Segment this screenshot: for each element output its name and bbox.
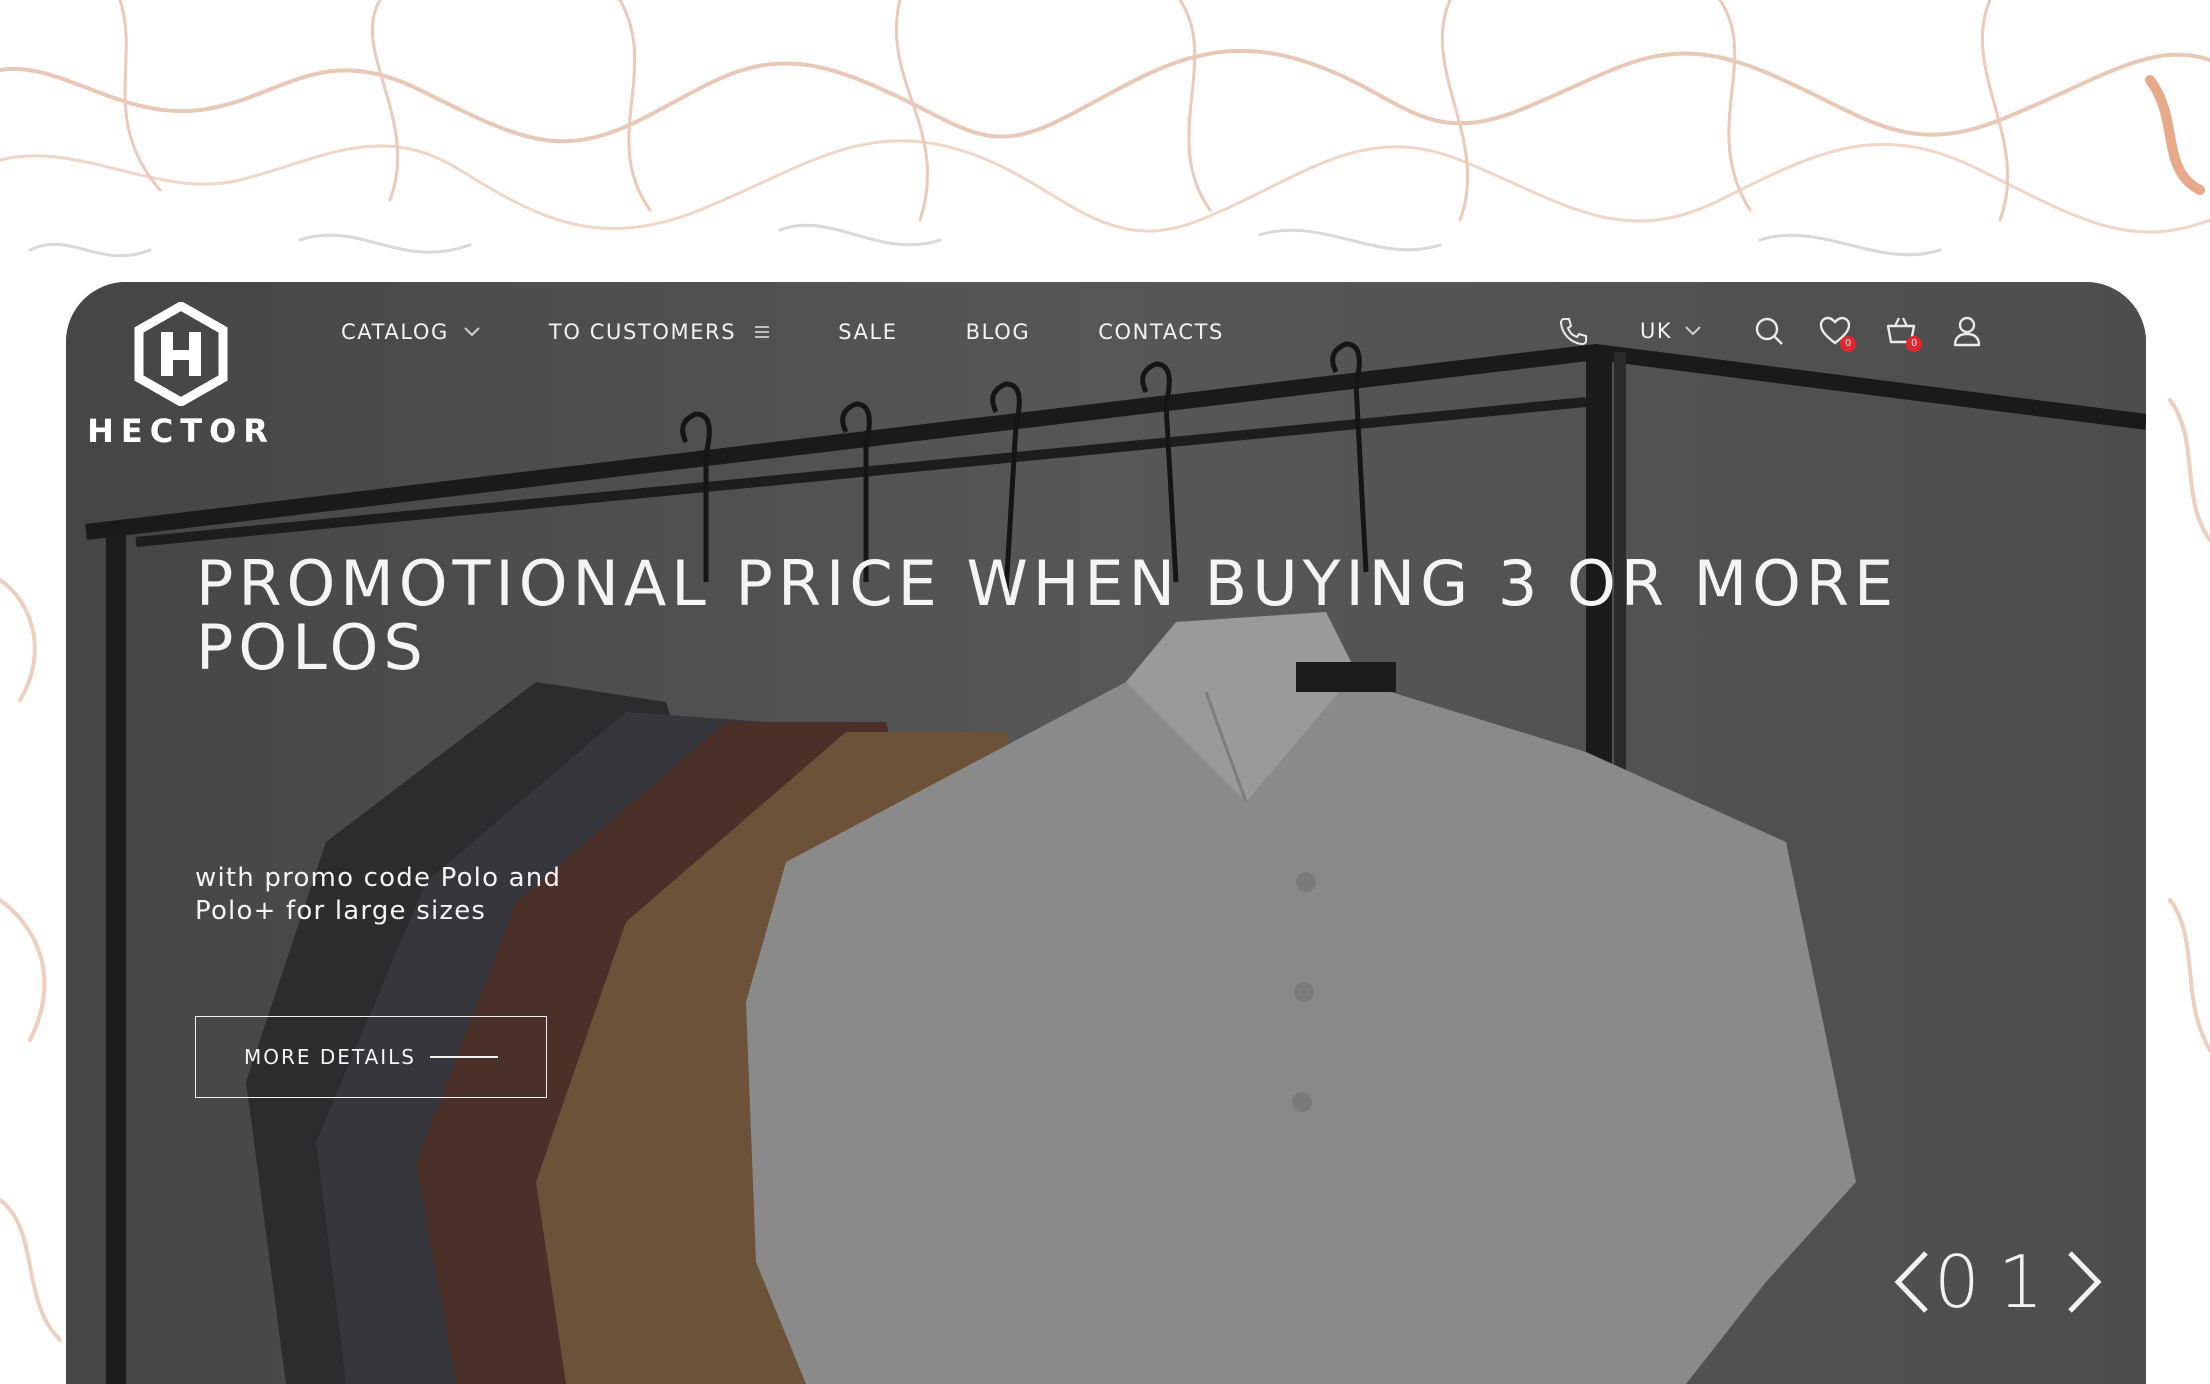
nav-contacts-label: CONTACTS [1098, 320, 1224, 344]
chevron-down-icon [464, 327, 480, 337]
cart-count-badge: 0 [1906, 336, 1923, 352]
nav-catalog-label: CATALOG [341, 320, 449, 344]
hero-headline: PROMOTIONAL PRICE WHEN BUYING 3 OR MORE … [196, 547, 1899, 684]
hero-image [66, 282, 2146, 1384]
brand-logo[interactable]: HECTOR [87, 302, 268, 452]
wishlist-count-badge: 0 [1840, 336, 1857, 352]
nav-blog[interactable]: BLOG [966, 320, 1031, 344]
search-button[interactable] [1752, 314, 1786, 348]
nav-contacts[interactable]: CONTACTS [1098, 320, 1224, 344]
menu-icon [755, 326, 770, 338]
slider-control: 01 [1892, 1242, 2104, 1322]
nav-to-customers[interactable]: TO CUSTOMERS [549, 320, 770, 344]
nav-sale-label: SALE [838, 320, 898, 344]
header-tools: UK 0 0 [1556, 308, 1984, 354]
nav-catalog[interactable]: CATALOG [341, 320, 481, 344]
account-button[interactable] [1950, 314, 1984, 348]
language-label: UK [1640, 319, 1673, 343]
nav-to-customers-label: TO CUSTOMERS [548, 320, 737, 344]
cta-line-decoration [430, 1056, 498, 1058]
chevron-down-icon [1685, 326, 1701, 336]
main-nav: CATALOG TO CUSTOMERS SALE BLOG CONTACTS [341, 312, 1292, 352]
slide-counter: 01 [1934, 1240, 2062, 1324]
cart-button[interactable]: 0 [1884, 314, 1923, 352]
brand-name: HECTOR [87, 412, 275, 450]
hector-hexagon-logo-icon [134, 302, 228, 406]
chevron-left-icon[interactable] [1892, 1249, 1932, 1315]
wishlist-button[interactable]: 0 [1818, 314, 1857, 352]
nav-sale[interactable]: SALE [838, 320, 897, 344]
more-details-button[interactable]: MORE DETAILS [195, 1016, 547, 1098]
chevron-right-icon[interactable] [2064, 1249, 2104, 1315]
more-details-label: MORE DETAILS [243, 1045, 416, 1069]
browser-frame: HECTOR CATALOG TO CUSTOMERS SALE BLOG CO… [66, 282, 2146, 1384]
search-icon [1755, 317, 1784, 345]
language-selector[interactable]: UK [1640, 319, 1702, 343]
user-icon [1953, 316, 1981, 347]
phone-button[interactable] [1556, 314, 1590, 348]
phone-icon [1559, 318, 1587, 346]
hero-subline: with promo code Polo and Polo+ for large… [195, 863, 562, 926]
nav-blog-label: BLOG [965, 320, 1031, 344]
